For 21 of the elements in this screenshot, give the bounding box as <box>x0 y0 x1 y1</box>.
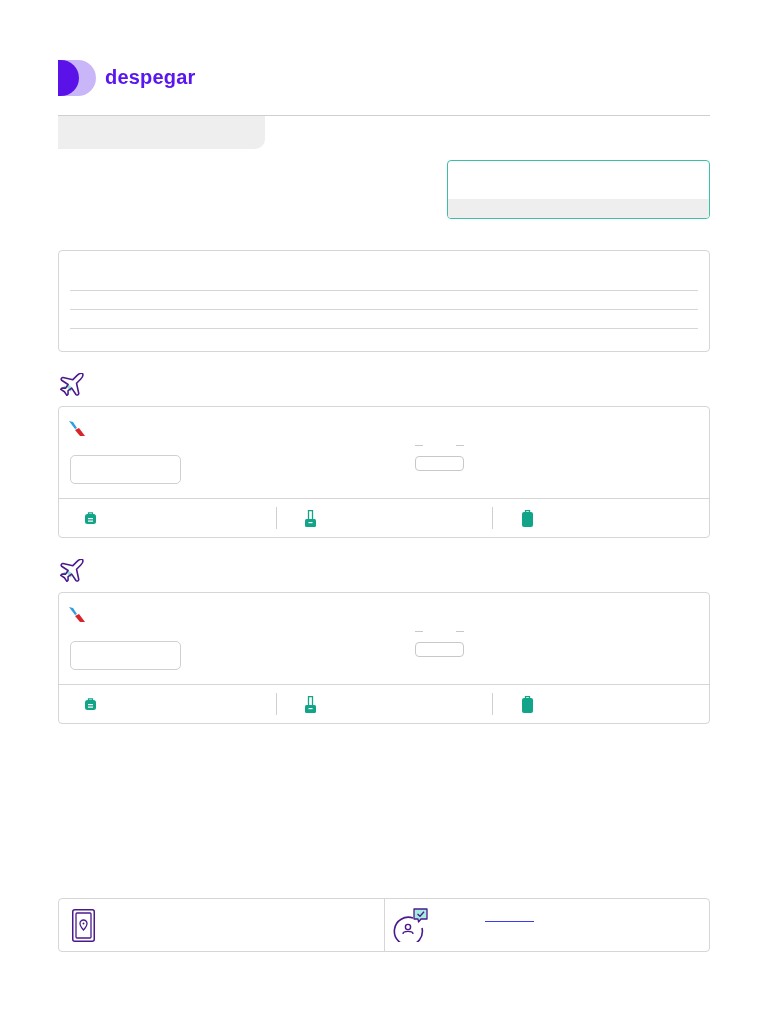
small-rounded-box <box>415 642 464 657</box>
dash-icon <box>456 445 464 446</box>
backpack-icon <box>85 698 96 710</box>
link-underline[interactable] <box>485 920 534 922</box>
support-chat-icon <box>393 908 428 942</box>
airplane-icon <box>60 559 84 582</box>
phone-location-icon <box>72 908 95 942</box>
dash-icon <box>415 445 423 446</box>
backpack-icon <box>85 512 96 524</box>
dash-icon <box>415 631 423 632</box>
logo-text: despegar <box>105 67 196 89</box>
logo-icon <box>58 60 96 96</box>
trolley-bag-icon <box>304 509 316 527</box>
suitcase-icon <box>522 509 534 527</box>
airline-logo-icon <box>69 607 85 622</box>
airline-logo-icon <box>69 421 85 436</box>
suitcase-icon <box>522 695 534 713</box>
airplane-icon <box>60 373 84 396</box>
dash-icon <box>456 631 464 632</box>
trolley-bag-icon <box>304 695 316 713</box>
small-rounded-box <box>415 456 464 471</box>
